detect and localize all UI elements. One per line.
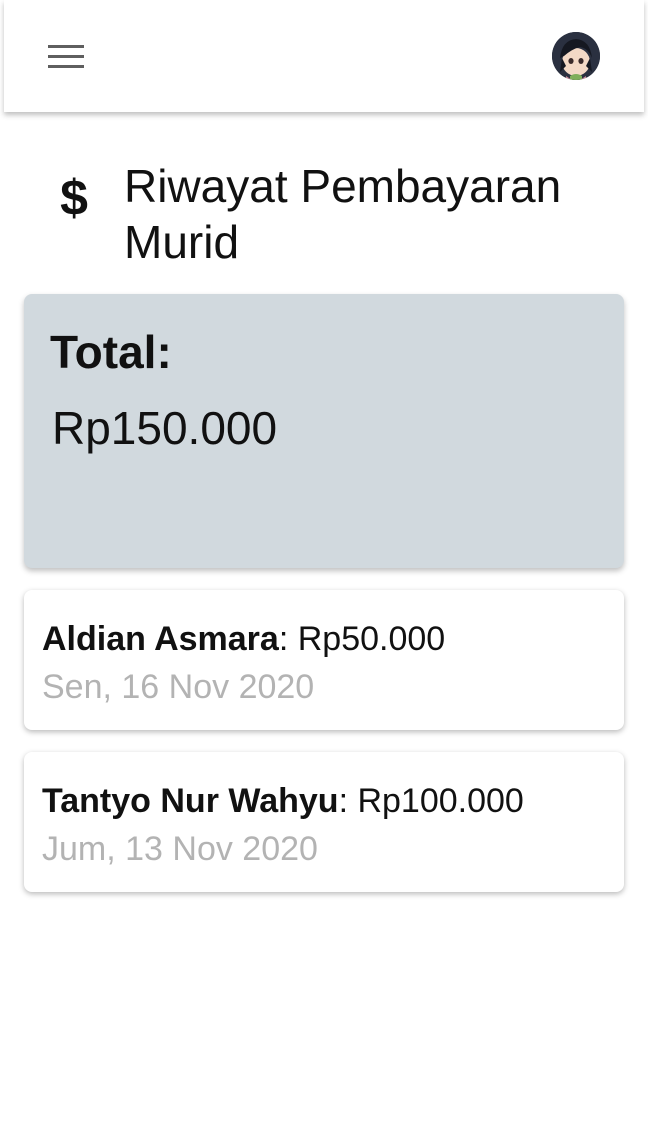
menu-bar-line — [48, 54, 84, 58]
total-value: Rp150.000 — [52, 402, 278, 454]
total-card: Total: Rp150.000 — [24, 294, 624, 568]
hamburger-menu-icon[interactable] — [44, 36, 96, 76]
payment-amount: Rp50.000 — [297, 620, 446, 658]
payment-amount: Rp100.000 — [357, 782, 524, 820]
payment-card[interactable]: Aldian Asmara: Rp50.000 Sen, 16 Nov 2020 — [24, 590, 624, 730]
page-title: Riwayat Pembayaran Murid — [124, 160, 562, 268]
payment-line: Aldian Asmara: Rp50.000 — [42, 616, 445, 662]
avatar-icon — [552, 32, 600, 80]
payment-card[interactable]: Tantyo Nur Wahyu: Rp100.000 Jum, 13 Nov … — [24, 752, 624, 892]
payment-separator: : — [278, 620, 298, 658]
payment-line: Tantyo Nur Wahyu: Rp100.000 — [42, 778, 524, 824]
payment-date: Jum, 13 Nov 2020 — [42, 830, 318, 868]
payment-student-name: Aldian Asmara — [42, 620, 279, 658]
avatar[interactable] — [552, 32, 600, 80]
payment-student-name: Tantyo Nur Wahyu — [42, 782, 339, 820]
total-label: Total: — [50, 326, 172, 378]
app-bar — [4, 0, 644, 112]
menu-bar-line — [48, 44, 84, 48]
payment-date: Sen, 16 Nov 2020 — [42, 668, 315, 706]
menu-bar-line — [48, 64, 84, 68]
payment-separator: : — [338, 782, 358, 820]
dollar-icon: $ — [60, 170, 88, 226]
